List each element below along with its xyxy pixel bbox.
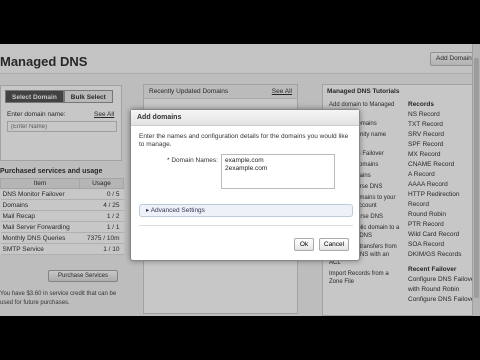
domain-names-label: * Domain Names: [167,157,218,164]
letterbox-bottom [0,316,480,360]
ok-button[interactable]: Ok [294,238,314,251]
advanced-settings-label: Advanced Settings [150,207,205,214]
dialog-title: Add domains [131,110,359,126]
add-domains-dialog: Add domains Enter the names and configur… [130,109,360,261]
dialog-divider [139,225,353,226]
dialog-instructions: Enter the names and configuration detail… [139,133,349,148]
domain-names-textarea[interactable]: example.com 2example.com [221,154,335,189]
letterbox-top [0,0,480,44]
advanced-settings-toggle[interactable]: ▸ Advanced Settings [139,204,353,217]
video-frame: Managed DNS Add Domains Select Domain Bu… [0,0,480,360]
dns-management-page: Managed DNS Add Domains Select Domain Bu… [0,44,480,316]
cancel-button[interactable]: Cancel [319,238,349,251]
chevron-right-icon: ▸ [146,207,150,214]
